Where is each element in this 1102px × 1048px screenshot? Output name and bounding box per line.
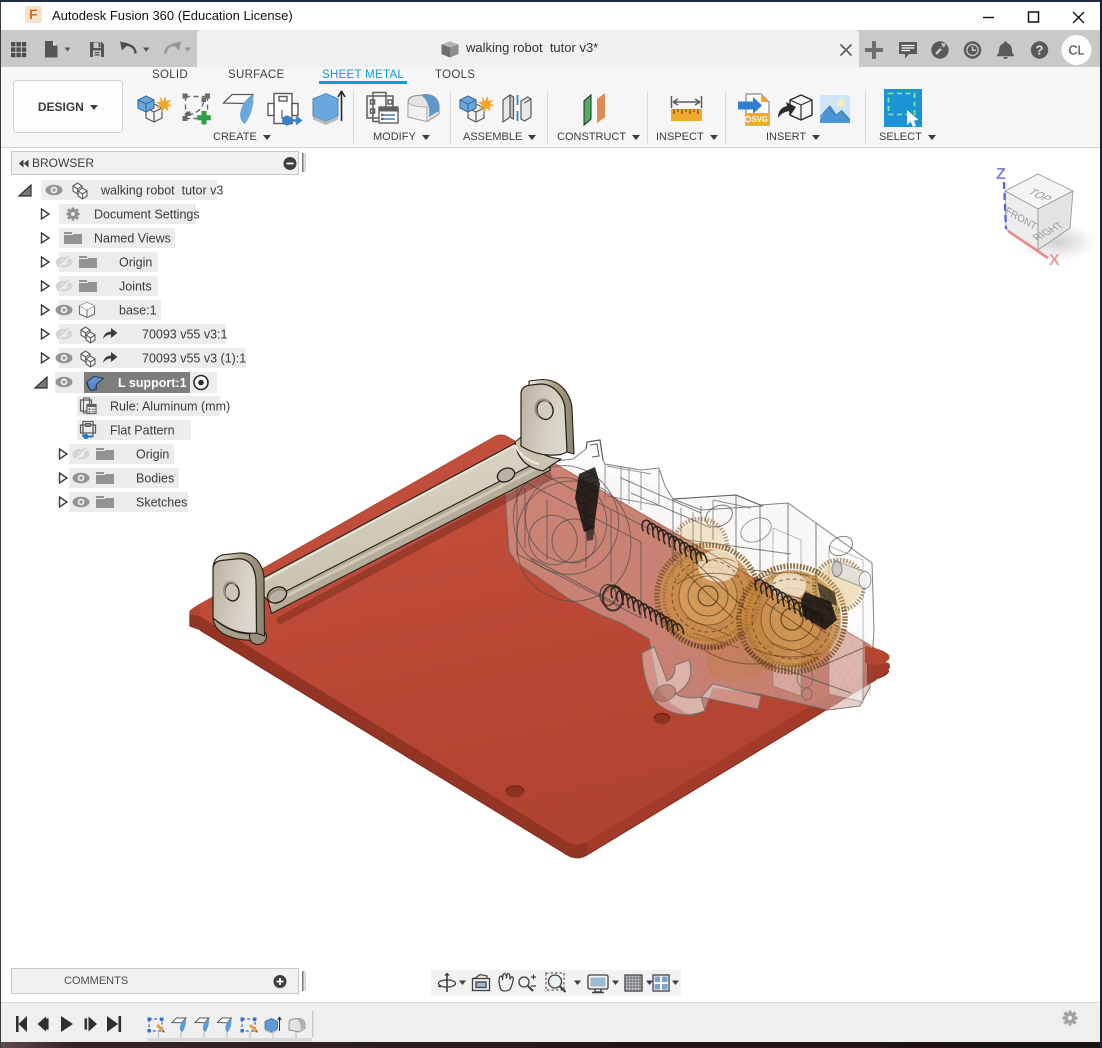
svg-text:70093 v55 v3:1: 70093 v55 v3:1 [142,328,228,342]
svg-text:Origin: Origin [119,256,152,270]
svg-text:Z: Z [996,166,1006,183]
svg-text:Flat Pattern: Flat Pattern [110,424,175,438]
svg-text:Origin: Origin [136,448,169,462]
svg-text:L support:1: L support:1 [118,376,187,390]
svg-text:Rule: Aluminum (mm): Rule: Aluminum (mm) [110,400,230,414]
svg-text:walking robot tutor v3: walking robot tutor v3 [100,184,223,198]
svg-text:SVG: SVG [752,115,768,124]
svg-text:70093 v55 v3 (1):1: 70093 v55 v3 (1):1 [142,352,246,366]
svg-text:Named Views: Named Views [94,232,171,246]
svg-text:Joints: Joints [119,280,152,294]
svg-text:CL: CL [1069,44,1085,58]
svg-text:base:1: base:1 [119,304,157,318]
svg-text:Bodies: Bodies [136,472,174,486]
svg-text:Document Settings: Document Settings [94,208,200,222]
svg-text:X: X [1049,252,1060,269]
svg-text:?: ? [1036,43,1044,58]
svg-text:Sketches: Sketches [136,496,187,510]
